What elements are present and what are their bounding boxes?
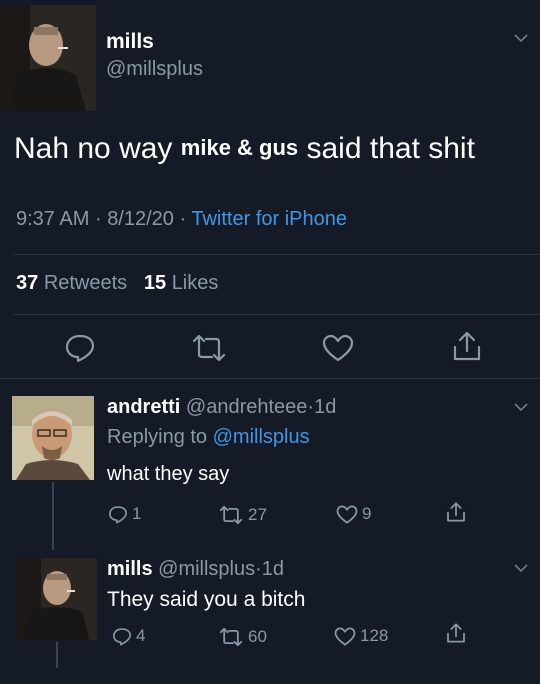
- reply-text: They said you a bitch: [107, 588, 306, 611]
- divider: [14, 254, 540, 255]
- meta-separator: ·: [255, 558, 262, 580]
- avatar[interactable]: [12, 396, 94, 480]
- handle[interactable]: @millsplus: [158, 558, 255, 580]
- likes-count: 15: [143, 272, 167, 294]
- tweet-age: 1d: [314, 396, 337, 418]
- share-icon[interactable]: [446, 501, 466, 523]
- meta-separator: ·: [94, 208, 102, 230]
- handle[interactable]: @millsplus: [106, 58, 203, 81]
- reply-count: 4: [136, 626, 146, 645]
- thread-line: [56, 642, 58, 668]
- avatar[interactable]: [0, 5, 96, 111]
- retweet-icon[interactable]: [218, 628, 244, 646]
- like-icon[interactable]: [336, 504, 358, 524]
- like-icon[interactable]: [322, 334, 354, 362]
- retweet-count: 27: [248, 505, 267, 524]
- retweet-action[interactable]: 27: [218, 505, 267, 525]
- like-count: 128: [360, 626, 389, 645]
- retweets-count: 37: [16, 272, 39, 294]
- chevron-down-icon[interactable]: [514, 33, 528, 43]
- replying-to-handle[interactable]: @millsplus: [213, 426, 310, 448]
- reply-count: 1: [132, 504, 142, 523]
- reply-icon[interactable]: [112, 627, 132, 646]
- reply-icon[interactable]: [64, 333, 96, 363]
- tweet-text-after: said that shit: [306, 132, 475, 165]
- tweet-source[interactable]: Twitter for iPhone: [191, 208, 347, 230]
- divider: [0, 378, 540, 379]
- chevron-down-icon[interactable]: [514, 402, 528, 412]
- retweets-stat[interactable]: 37 Retweets: [16, 272, 133, 294]
- display-name[interactable]: mills: [106, 30, 154, 54]
- like-action[interactable]: 128: [334, 626, 388, 646]
- like-icon[interactable]: [334, 626, 356, 646]
- like-action[interactable]: 9: [336, 504, 371, 524]
- reply-text: what they say: [107, 463, 230, 485]
- reply-action[interactable]: 1: [108, 504, 141, 524]
- tweet-text-before: Nah no way: [14, 132, 173, 165]
- tweet-stats: 37 Retweets 15 Likes: [16, 272, 218, 295]
- replying-to: Replying to @millsplus: [107, 426, 310, 449]
- tweet-meta: 9:37 AM · 8/12/20 · Twitter for iPhone: [16, 208, 347, 231]
- reply-header: mills @millsplus·1d: [107, 558, 284, 581]
- tweet-age: 1d: [261, 558, 285, 580]
- reply-header: andretti @andrehteee·1d: [107, 396, 336, 419]
- thread-line: [52, 482, 54, 550]
- like-count: 9: [362, 504, 372, 523]
- chevron-down-icon[interactable]: [514, 563, 528, 573]
- tweet-date: 8/12/20: [107, 208, 174, 230]
- retweet-action[interactable]: 60: [218, 627, 267, 647]
- share-icon[interactable]: [452, 330, 482, 362]
- reply-action[interactable]: 4: [112, 626, 145, 646]
- avatar[interactable]: [17, 558, 97, 640]
- meta-separator: ·: [179, 208, 187, 230]
- tweet-text: Nah no way mike & gus said that shit: [14, 130, 475, 167]
- retweet-count: 60: [248, 627, 267, 646]
- display-name[interactable]: mills: [107, 558, 153, 580]
- share-icon[interactable]: [446, 622, 466, 644]
- divider: [14, 314, 540, 315]
- replying-to-prefix: Replying to: [107, 426, 208, 448]
- reply-icon[interactable]: [108, 505, 128, 524]
- likes-label: Likes: [171, 272, 219, 294]
- tweet-time: 9:37 AM: [16, 208, 90, 230]
- retweet-icon[interactable]: [190, 335, 228, 361]
- handle[interactable]: @andrehteee: [186, 396, 308, 418]
- likes-stat[interactable]: 15 Likes: [144, 272, 219, 294]
- display-name[interactable]: andretti: [107, 396, 180, 418]
- retweet-icon[interactable]: [218, 506, 244, 524]
- tweet-text-overlay: mike & gus: [180, 135, 299, 160]
- retweets-label: Retweets: [43, 272, 128, 294]
